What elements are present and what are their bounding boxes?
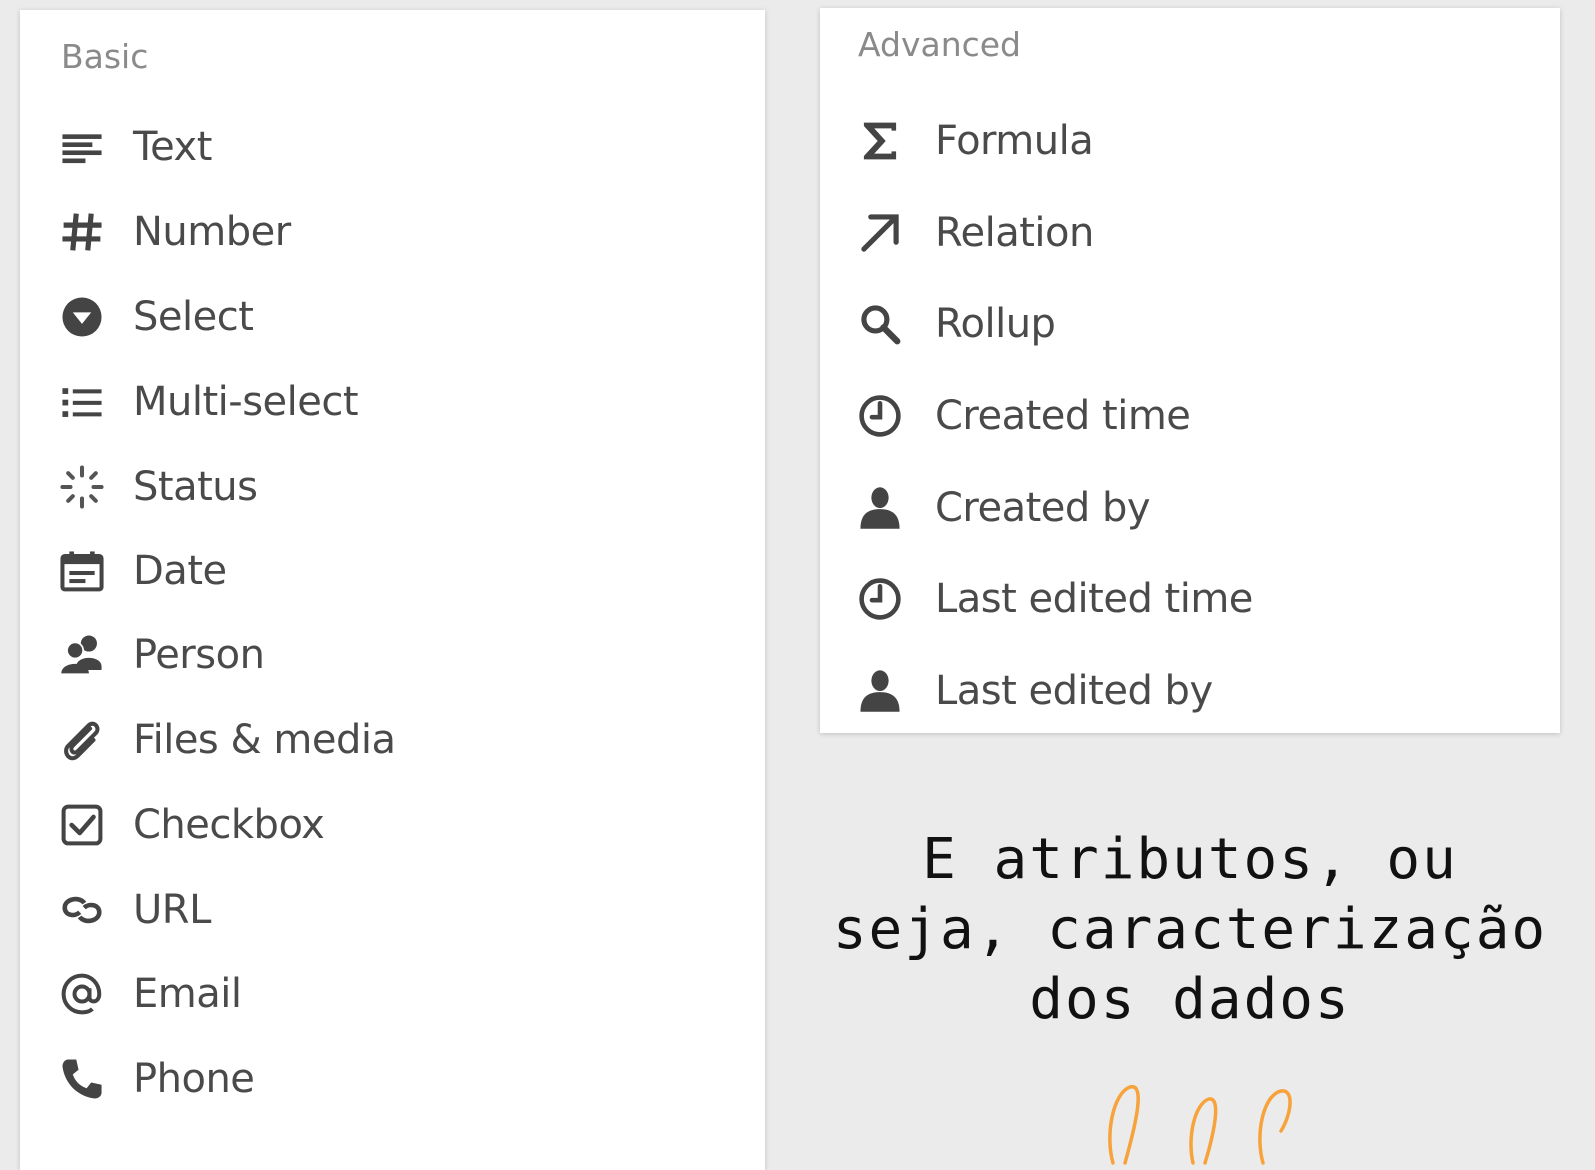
property-type-label: Last edited by (935, 668, 1213, 714)
property-type-created-time[interactable]: Created time (820, 376, 1560, 456)
person-icon (856, 667, 904, 715)
arrow-up-right-icon (856, 209, 904, 257)
property-type-phone[interactable]: Phone (20, 1039, 765, 1119)
property-type-label: Multi-select (133, 379, 359, 425)
property-type-label: Checkbox (133, 802, 325, 848)
property-type-label: Email (133, 971, 242, 1017)
property-type-label: Number (133, 209, 291, 255)
people-icon (58, 631, 106, 679)
property-type-url[interactable]: URL (20, 870, 765, 950)
property-type-select[interactable]: Select (20, 277, 765, 357)
property-type-person[interactable]: Person (20, 615, 765, 695)
text-lines-icon (58, 123, 106, 171)
property-type-rollup[interactable]: Rollup (820, 284, 1560, 364)
property-type-email[interactable]: Email (20, 954, 765, 1034)
property-type-label: Relation (935, 210, 1094, 256)
link-icon (58, 886, 106, 934)
property-type-label: Created time (935, 393, 1191, 439)
property-type-label: Formula (935, 118, 1094, 164)
paperclip-icon (58, 716, 106, 764)
property-type-label: URL (133, 887, 211, 933)
caption-line-1: E atributos, ou (922, 827, 1458, 892)
advanced-section-heading: Advanced (858, 25, 1022, 64)
property-type-files-media[interactable]: Files & media (20, 700, 765, 780)
property-type-status[interactable]: Status (20, 447, 765, 527)
list-icon (58, 378, 106, 426)
property-type-text[interactable]: Text (20, 107, 765, 187)
property-type-label: Rollup (935, 301, 1056, 347)
property-type-label: Files & media (133, 717, 396, 763)
property-type-label: Date (133, 548, 227, 594)
property-type-number[interactable]: Number (20, 192, 765, 272)
clock-icon (856, 575, 904, 623)
hash-icon (58, 208, 106, 256)
caption-text: E atributos, ou seja, caracterização dos… (830, 825, 1550, 1035)
property-type-label: Status (133, 464, 258, 510)
search-icon (856, 300, 904, 348)
property-type-label: Phone (133, 1056, 255, 1102)
property-type-label: Select (133, 294, 254, 340)
calendar-icon (58, 547, 106, 595)
caption-line-2: seja, caracterização (832, 897, 1548, 962)
select-circle-icon (58, 293, 106, 341)
decorative-loops (1108, 1085, 1292, 1165)
property-type-created-by[interactable]: Created by (820, 468, 1560, 548)
basic-properties-panel: Basic Text Number Select Multi-select St… (20, 10, 765, 1170)
property-type-multi-select[interactable]: Multi-select (20, 362, 765, 442)
property-type-formula[interactable]: Formula (820, 101, 1560, 181)
property-type-label: Text (133, 124, 212, 170)
property-type-label: Last edited time (935, 576, 1253, 622)
property-type-last-edited-time[interactable]: Last edited time (820, 559, 1560, 639)
advanced-properties-panel: Advanced Formula Relation Rollup Created… (820, 8, 1560, 733)
property-type-date[interactable]: Date (20, 531, 765, 611)
property-type-label: Created by (935, 485, 1151, 531)
property-type-label: Person (133, 632, 265, 678)
property-type-checkbox[interactable]: Checkbox (20, 785, 765, 865)
property-type-relation[interactable]: Relation (820, 193, 1560, 273)
caption-line-3: dos dados (1029, 967, 1351, 1032)
basic-section-heading: Basic (61, 37, 149, 76)
phone-icon (58, 1055, 106, 1103)
person-icon (856, 484, 904, 532)
clock-icon (856, 392, 904, 440)
checkbox-icon (58, 801, 106, 849)
status-spinner-icon (58, 463, 106, 511)
at-icon (58, 970, 106, 1018)
property-type-last-edited-by[interactable]: Last edited by (820, 651, 1560, 731)
sigma-icon (856, 117, 904, 165)
